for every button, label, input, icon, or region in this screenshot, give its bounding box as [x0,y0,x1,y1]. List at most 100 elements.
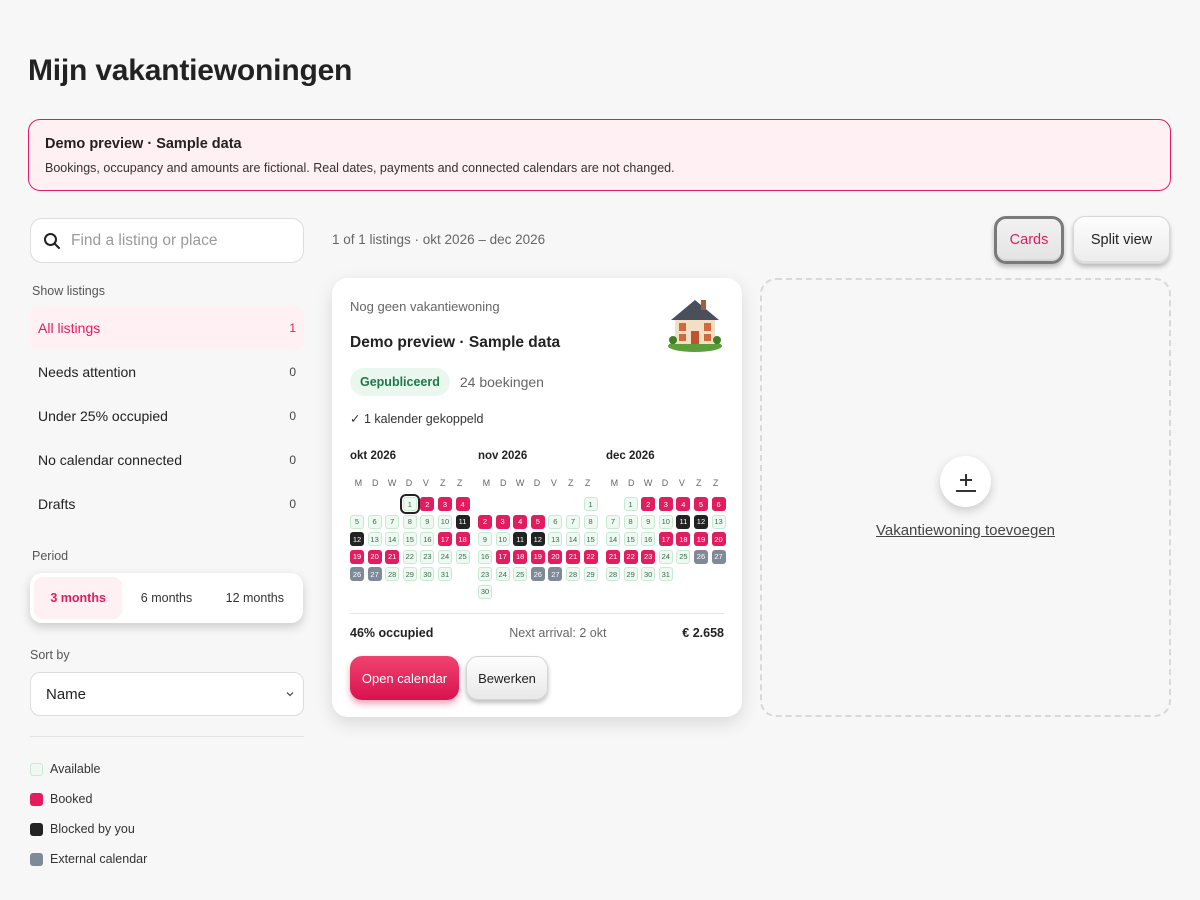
calendar-day[interactable]: 18 [676,532,691,547]
calendar-day[interactable]: 13 [367,532,382,547]
calendar-day[interactable]: 25 [455,549,470,564]
add-listing-label[interactable]: Vakantiewoning toevoegen [762,522,1169,539]
calendar-day[interactable]: 20 [711,532,726,547]
calendar-day[interactable]: 11 [676,514,691,529]
filter-under-25-occupied[interactable]: Under 25% occupied 0 [30,394,304,438]
sort-select[interactable]: Name [30,672,304,716]
calendar-day[interactable]: 5 [693,497,708,511]
search-input[interactable] [71,231,291,250]
open-calendar-button[interactable]: Open calendar [350,656,459,700]
calendar-day[interactable]: 31 [658,567,673,582]
calendar-day[interactable]: 22 [583,549,598,564]
calendar-day[interactable]: 13 [548,532,563,547]
calendar-day[interactable]: 15 [583,532,598,547]
calendar-day[interactable]: 27 [548,567,563,582]
calendar-day[interactable]: 6 [711,497,726,511]
add-listing-tile[interactable]: Vakantiewoning toevoegen [760,278,1171,717]
calendar-day[interactable]: 18 [513,549,528,564]
calendar-day[interactable]: 28 [385,567,400,582]
calendar-day[interactable]: 1 [399,494,420,514]
calendar-day[interactable]: 29 [402,567,417,582]
calendar-day[interactable]: 22 [402,549,417,564]
calendar-day[interactable]: 30 [478,584,492,599]
calendar-day[interactable]: 14 [606,532,620,547]
calendar-day[interactable]: 25 [676,549,691,564]
calendar-day[interactable]: 15 [623,532,638,547]
calendar-day[interactable]: 27 [367,567,382,582]
calendar-day[interactable]: 7 [565,514,580,529]
calendar-day[interactable]: 14 [385,532,400,547]
calendar-day[interactable]: 31 [437,567,452,582]
calendar-day[interactable]: 15 [402,532,417,547]
filter-drafts[interactable]: Drafts 0 [30,482,304,526]
calendar-day[interactable]: 24 [437,549,452,564]
calendar-day[interactable]: 12 [693,514,708,529]
calendar-day[interactable]: 16 [478,549,492,564]
calendar-day[interactable]: 3 [658,497,673,511]
calendar-day[interactable]: 1 [583,497,598,511]
calendar-day[interactable]: 25 [513,567,528,582]
calendar-day[interactable]: 3 [437,497,452,511]
calendar-day[interactable]: 9 [641,514,656,529]
filter-all-listings[interactable]: All listings 1 [30,306,304,350]
calendar-day[interactable]: 20 [367,549,382,564]
period-3-months[interactable]: 3 months [34,577,123,619]
calendar-day[interactable]: 17 [658,532,673,547]
calendar-day[interactable]: 26 [350,567,364,582]
calendar-day[interactable]: 2 [420,497,435,511]
calendar-day[interactable]: 16 [641,532,656,547]
calendar-day[interactable]: 24 [495,567,510,582]
calendar-day[interactable]: 7 [385,514,400,529]
view-cards-button[interactable]: Cards [994,216,1064,264]
calendar-day[interactable]: 21 [385,549,400,564]
calendar-day[interactable]: 2 [478,514,492,529]
add-listing-button[interactable] [940,456,991,507]
calendar-day[interactable]: 8 [623,514,638,529]
calendar-day[interactable]: 13 [711,514,726,529]
calendar-day[interactable]: 30 [420,567,435,582]
calendar-day[interactable]: 4 [513,514,528,529]
calendar-day[interactable]: 14 [565,532,580,547]
calendar-day[interactable]: 29 [623,567,638,582]
calendar-day[interactable]: 9 [420,514,435,529]
calendar-day[interactable]: 4 [676,497,691,511]
calendar-day[interactable]: 12 [350,532,364,547]
calendar-day[interactable]: 5 [530,514,545,529]
calendar-day[interactable]: 10 [437,514,452,529]
calendar-day[interactable]: 19 [693,532,708,547]
calendar-day[interactable]: 22 [623,549,638,564]
filter-needs-attention[interactable]: Needs attention 0 [30,350,304,394]
calendar-day[interactable]: 23 [478,567,492,582]
calendar-day[interactable]: 10 [658,514,673,529]
calendar-day[interactable]: 8 [402,514,417,529]
calendar-day[interactable]: 16 [420,532,435,547]
calendar-day[interactable]: 18 [455,532,470,547]
calendar-day[interactable]: 26 [530,567,545,582]
calendar-day[interactable]: 9 [478,532,492,547]
calendar-day[interactable]: 17 [495,549,510,564]
calendar-day[interactable]: 23 [641,549,656,564]
period-12-months[interactable]: 12 months [211,577,299,619]
calendar-day[interactable]: 17 [437,532,452,547]
calendar-day[interactable]: 30 [641,567,656,582]
calendar-day[interactable]: 24 [658,549,673,564]
calendar-day[interactable]: 28 [606,567,620,582]
edit-button[interactable]: Bewerken [466,656,548,700]
calendar-day[interactable]: 19 [530,549,545,564]
calendar-day[interactable]: 12 [530,532,545,547]
calendar-day[interactable]: 8 [583,514,598,529]
calendar-day[interactable]: 6 [367,514,382,529]
calendar-day[interactable]: 11 [513,532,528,547]
calendar-day[interactable]: 21 [565,549,580,564]
calendar-day[interactable]: 26 [693,549,708,564]
calendar-day[interactable]: 2 [641,497,656,511]
calendar-day[interactable]: 29 [583,567,598,582]
filter-no-calendar[interactable]: No calendar connected 0 [30,438,304,482]
search-box[interactable] [30,218,304,263]
calendar-day[interactable]: 3 [495,514,510,529]
calendar-day[interactable]: 6 [548,514,563,529]
calendar-day[interactable]: 10 [495,532,510,547]
calendar-day[interactable]: 21 [606,549,620,564]
calendar-day[interactable]: 20 [548,549,563,564]
calendar-day[interactable]: 23 [420,549,435,564]
